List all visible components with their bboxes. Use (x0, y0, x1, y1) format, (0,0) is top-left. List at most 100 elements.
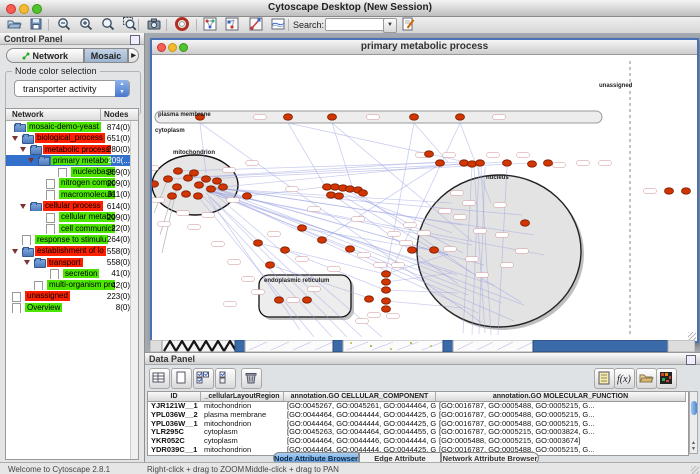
graph-node[interactable] (284, 114, 293, 120)
table-cell[interactable]: [GO:0016787, GO:0005488, GO:0005215, G..… (436, 411, 686, 420)
graph-node[interactable] (327, 192, 336, 198)
graph-node[interactable] (243, 193, 252, 199)
graph-node[interactable] (219, 184, 228, 190)
tree-row[interactable]: cellular process614(0) (6, 200, 132, 211)
network-label[interactable]: unassigned (25, 291, 70, 301)
graph-node[interactable] (331, 184, 340, 190)
tree-row[interactable]: metabolic process280(0) (6, 144, 132, 155)
overview-icon[interactable] (202, 16, 220, 34)
graph-node[interactable] (425, 151, 434, 157)
graph-node[interactable] (665, 188, 674, 194)
graph-node[interactable] (382, 279, 391, 285)
tab-network[interactable]: Network (6, 48, 84, 63)
graph-node[interactable] (266, 262, 275, 268)
open-icon[interactable] (6, 16, 24, 34)
network-window-titlebar[interactable]: primary metabolic process (152, 40, 697, 55)
network-label[interactable]: primary metabo (51, 156, 111, 166)
annotation-icon[interactable] (400, 16, 418, 34)
table-cell[interactable]: mitochondrion (201, 420, 284, 429)
delete-attribute-icon[interactable] (241, 368, 262, 389)
network-label[interactable]: biological_process (35, 133, 105, 143)
graph-node[interactable] (544, 160, 553, 166)
table-cell[interactable]: mitochondrion (201, 402, 284, 411)
node-color-dropdown[interactable]: transporter activity ▲▼ (14, 80, 130, 97)
table-cell[interactable]: [GO:0044464, GO:0044446, GO:0044444, G..… (284, 437, 436, 446)
table-cell[interactable]: [GO:0016787, GO:0005215, GO:0003824, G..… (436, 428, 686, 437)
graph-node[interactable] (318, 237, 327, 243)
app-resize-grip[interactable] (691, 466, 699, 474)
vizmapper-icon[interactable] (270, 16, 288, 34)
graph-node[interactable] (430, 247, 439, 253)
tree-row[interactable]: mosaic-demo-yeast874(0) (6, 121, 132, 132)
new-attribute-icon[interactable] (171, 368, 192, 389)
network-label[interactable]: Overview (25, 303, 62, 313)
graph-node[interactable] (682, 188, 691, 194)
graph-node[interactable] (275, 297, 284, 303)
table-cell[interactable]: YPL036W__1 (148, 420, 201, 429)
unselect-attributes-icon[interactable] (215, 368, 236, 389)
graph-node[interactable] (164, 176, 173, 182)
graph-node[interactable] (456, 114, 465, 120)
table-cell[interactable]: YKR052C (148, 437, 201, 446)
attribute-report-icon[interactable] (594, 368, 615, 389)
expander-icon[interactable] (12, 249, 18, 254)
graph-node[interactable] (460, 160, 469, 166)
graph-node[interactable] (335, 193, 344, 199)
table-cell[interactable]: [GO:0044464, GO:0044444, GO:0044425, G..… (284, 420, 436, 429)
table-cell[interactable]: mitochondrion (201, 446, 284, 455)
tab-overflow-arrow[interactable]: ▶ (128, 48, 139, 63)
graph-node[interactable] (174, 168, 183, 174)
graph-node[interactable] (213, 178, 222, 184)
tree-row[interactable]: transport558(0) (6, 257, 132, 268)
table-cell[interactable]: [GO:0045267, GO:0045261, GO:0044464, G..… (284, 402, 436, 411)
graph-node[interactable] (303, 297, 312, 303)
zoom-in-icon[interactable] (78, 16, 96, 34)
table-cell[interactable]: cytoplasm (201, 428, 284, 437)
help-icon[interactable] (174, 16, 192, 34)
table-cell[interactable]: [GO:0045263, GO:0044464, GO:0044455, G..… (284, 428, 436, 437)
table-cell[interactable]: cytoplasm (201, 437, 284, 446)
network-label[interactable]: cellular process (43, 201, 103, 211)
expander-icon[interactable] (20, 204, 26, 209)
network-label[interactable]: transport (47, 258, 83, 268)
scroll-down-icon[interactable]: ▼ (690, 446, 697, 452)
table-scrollbar-thumb[interactable] (691, 401, 697, 415)
graph-node[interactable] (503, 160, 512, 166)
search-dropdown-arrow[interactable]: ▼ (383, 18, 397, 33)
network-label[interactable]: establishment of lo (35, 246, 106, 256)
network-label[interactable]: multi-organism pro (47, 280, 115, 290)
tree-row[interactable]: unassigned223(0) (6, 290, 132, 301)
tree-col-network[interactable]: Network (12, 110, 44, 119)
network-label[interactable]: metabolic process (43, 145, 111, 155)
tree-row[interactable]: nitrogen compo209(0) (6, 177, 132, 188)
graph-node[interactable] (382, 306, 391, 312)
tree-row[interactable]: multi-organism pro42(0) (6, 279, 132, 290)
graph-node[interactable] (359, 190, 368, 196)
graph-node[interactable] (202, 176, 211, 182)
tree-row[interactable]: cellular metabo209(0) (6, 211, 132, 222)
table-cell[interactable]: plasma membrane (201, 411, 284, 420)
graph-node[interactable] (173, 184, 182, 190)
function-builder-icon[interactable]: f(x) (614, 368, 635, 389)
table-cell[interactable]: YLR295C (148, 428, 201, 437)
graph-node[interactable] (382, 298, 391, 304)
graph-node[interactable] (365, 296, 374, 302)
graph-node[interactable] (182, 191, 191, 197)
zoom-out-icon[interactable] (56, 16, 74, 34)
zoom-selected-icon[interactable] (100, 16, 118, 34)
graph-node[interactable] (168, 193, 177, 199)
tree-row[interactable]: cell communicat22(0) (6, 223, 132, 234)
tree-row[interactable]: biological_process651(0) (6, 132, 132, 143)
edit-edges-icon[interactable] (248, 16, 266, 34)
network-label[interactable]: mosaic-demo-yeast (27, 122, 101, 132)
tree-scrollbar[interactable] (130, 121, 138, 459)
expander-icon[interactable] (24, 260, 30, 265)
tree-row[interactable]: establishment of lo558(0) (6, 245, 132, 256)
expander-icon[interactable] (28, 158, 34, 163)
edit-nodes-icon[interactable] (224, 16, 242, 34)
table-cell[interactable]: [GO:0044464, GO:0044444, GO:0044425, G..… (284, 411, 436, 420)
table-scrollbar[interactable]: ▲ ▼ (689, 391, 698, 454)
graph-node[interactable] (346, 186, 355, 192)
tree-row[interactable]: response to stimulu264(0) (6, 234, 132, 245)
network-canvas[interactable]: plasma membranecytoplasmmitochondrionnuc… (152, 55, 693, 337)
